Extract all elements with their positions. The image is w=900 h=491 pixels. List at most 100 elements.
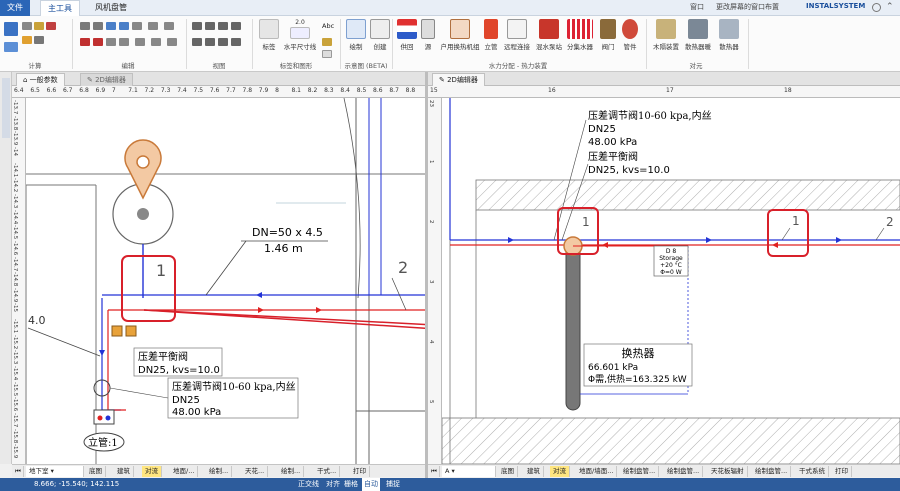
sheet-tab[interactable]: 绘制... [206, 466, 233, 477]
pipe-dimension-label[interactable]: DN=50 x 4.5 [252, 226, 323, 239]
location-pin-icon[interactable] [124, 139, 162, 200]
valve-symbol-icon[interactable] [111, 325, 123, 337]
sheet-tab[interactable]: 底图 [498, 466, 518, 477]
minimize-ribbon-icon[interactable]: ⌃ [886, 2, 896, 13]
sheet-tab[interactable]: 建筑 [524, 466, 544, 477]
mode-snap-align[interactable]: 对齐 [326, 478, 340, 491]
right-drawing-canvas[interactable]: D 8 Storage +20 °C Φ=0 W 换热器 66.601 kPa … [442, 98, 900, 464]
radiator-heater-button[interactable]: 散热器暖 [682, 19, 714, 51]
sheet-tab[interactable]: 天花板辐射 [708, 466, 748, 477]
tab-fan-coil[interactable]: 风机盘管 [88, 0, 134, 16]
left-drawing[interactable]: DN=50 x 4.5 1.46 m 1 2 4.0 压差平衡阀 DN25, k… [26, 98, 425, 464]
supply-return-button[interactable]: 供回 [393, 19, 421, 51]
zoom-window-icon[interactable] [218, 22, 228, 30]
change-layout-label[interactable]: 更改屏幕的窗口布置 [716, 2, 779, 12]
marker-2-label[interactable]: 2 [886, 215, 894, 229]
save-icon[interactable] [22, 22, 32, 30]
sheet-tab[interactable]: 打印 [832, 466, 852, 477]
table-icon[interactable] [4, 42, 18, 52]
hatch-icon[interactable] [322, 50, 332, 58]
riser-button[interactable]: 立管 [480, 19, 502, 51]
mode-osnap[interactable]: 捕捉 [386, 478, 400, 491]
group-icon[interactable] [164, 22, 174, 30]
move-icon[interactable] [106, 22, 116, 30]
redraw-icon[interactable] [205, 38, 215, 46]
sheet-tab[interactable]: 绘制盘管... [664, 466, 704, 477]
floor-select[interactable]: 地下室 ▾ [26, 466, 84, 477]
pen-icon[interactable] [322, 38, 332, 46]
print-icon[interactable] [22, 36, 32, 44]
source-button[interactable]: 源 [418, 19, 438, 51]
mix-pump-button[interactable]: 混水泵站 [532, 19, 566, 51]
radiator-button[interactable]: 散热器 [714, 19, 744, 51]
remote-connect-button[interactable]: 远程连接 [500, 19, 534, 51]
left-value-label[interactable]: 4.0 [28, 314, 46, 327]
export-icon[interactable] [34, 36, 44, 44]
sheet-tab[interactable]: 绘制盘管... [620, 466, 660, 477]
tab-file[interactable]: 文件 [0, 0, 30, 16]
sheet-tab[interactable]: 天花... [242, 466, 269, 477]
calculate-icon[interactable] [4, 22, 18, 36]
copy-icon[interactable] [80, 22, 90, 30]
mode-grid[interactable]: 栅格 [344, 478, 358, 491]
create-button[interactable]: 创建 [366, 19, 394, 51]
tab-general-params[interactable]: ⌂ 一般参数 [16, 73, 65, 86]
text-abc-button[interactable]: Abc [322, 22, 334, 30]
sheet-tab[interactable]: 干式系统 [796, 466, 829, 477]
erase-icon[interactable] [93, 38, 103, 46]
sheet-tab[interactable]: 地面/墙面... [576, 466, 618, 477]
riser-box[interactable] [93, 409, 115, 425]
mode-auto[interactable]: 自动 [362, 478, 380, 491]
sheet-tab[interactable]: 对流 [142, 466, 162, 477]
valve-symbol-icon[interactable] [125, 325, 137, 337]
side-panel-tab[interactable] [2, 78, 10, 138]
tab-2d-editor-left[interactable]: ✎ 2D编辑器 [80, 73, 133, 86]
supply-pipe[interactable] [101, 298, 121, 411]
valve-button[interactable]: 阀门 [596, 19, 620, 51]
sheet-tab[interactable]: 对流 [550, 466, 570, 477]
fitting-button[interactable]: 管件 [618, 19, 642, 51]
select-icon[interactable] [167, 38, 177, 46]
side-panel-strip[interactable] [0, 72, 12, 464]
extend-icon[interactable] [151, 38, 161, 46]
open-icon[interactable] [34, 22, 44, 30]
right-drawing[interactable]: D 8 Storage +20 °C Φ=0 W 换热器 66.601 kPa … [442, 98, 900, 464]
marker-1a-label[interactable]: 1 [582, 215, 590, 229]
zoom-in-icon[interactable] [192, 22, 202, 30]
nav-first-icon[interactable]: ⏮ [428, 466, 440, 477]
marker-2-label[interactable]: 2 [398, 258, 408, 277]
nav-first-icon[interactable]: ⏮ [12, 466, 24, 477]
wood-device-button[interactable]: 木隔装置 [650, 19, 682, 51]
rotate-icon[interactable] [119, 22, 129, 30]
heat-exchanger-body[interactable] [565, 243, 581, 411]
zoom-out-icon[interactable] [205, 22, 215, 30]
sheet-tab[interactable]: 地面/... [170, 466, 199, 477]
mirror-icon[interactable] [106, 38, 116, 46]
return-pipe[interactable] [107, 310, 126, 411]
left-drawing-canvas[interactable]: DN=50 x 4.5 1.46 m 1 2 4.0 压差平衡阀 DN25, k… [26, 98, 425, 464]
sheet-tab[interactable]: 打印 [350, 466, 370, 477]
layers-icon[interactable] [218, 38, 228, 46]
delete-icon[interactable] [46, 22, 56, 30]
floor-select[interactable]: A ▾ [442, 466, 496, 477]
cut-icon[interactable] [80, 38, 90, 46]
distribute-icon[interactable] [148, 22, 158, 30]
manifold-button[interactable]: 分集水器 [563, 19, 597, 51]
sheet-tab[interactable]: 绘制盘管... [752, 466, 792, 477]
align-icon[interactable] [132, 22, 142, 30]
sheet-tab[interactable]: 底图 [86, 466, 106, 477]
sheet-tab[interactable]: 建筑 [114, 466, 134, 477]
marker-1b-label[interactable]: 1 [792, 214, 800, 228]
view3d-icon[interactable] [231, 38, 241, 46]
paste-icon[interactable] [93, 22, 103, 30]
heater-unit-button[interactable]: 户用换热机组 [438, 19, 482, 51]
trim-icon[interactable] [135, 38, 145, 46]
pan-icon[interactable] [192, 38, 202, 46]
tab-main-tools[interactable]: 主工具 [40, 0, 80, 16]
mode-ortho[interactable]: 正交线 [298, 478, 319, 491]
scale-icon[interactable] [119, 38, 129, 46]
sheet-tab[interactable]: 绘制... [278, 466, 305, 477]
tag-button[interactable]: 标签 [255, 19, 283, 51]
marker-1-label[interactable]: 1 [156, 261, 166, 280]
sheet-tab[interactable]: 干式... [314, 466, 341, 477]
